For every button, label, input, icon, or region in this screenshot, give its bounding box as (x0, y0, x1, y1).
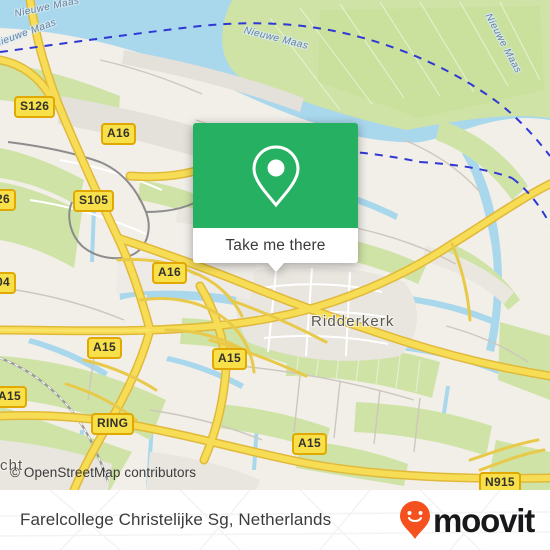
road-shield: A15 (292, 433, 327, 455)
popup-action-panel[interactable]: Take me there (193, 228, 358, 263)
popup-icon-panel (193, 123, 358, 228)
road-shield: 26 (0, 189, 16, 211)
map-canvas[interactable]: Nieuwe Maas Nieuwe Maas Nieuwe Maas Nieu… (0, 0, 550, 490)
road-shield: A15 (0, 386, 27, 408)
road-shield: S105 (73, 190, 115, 212)
road-shield: 04 (0, 272, 16, 294)
page-title: Farelcollege Christelijke Sg, Netherland… (20, 510, 332, 529)
moovit-smiley-pin-icon (400, 501, 431, 539)
map-screenshot: Nieuwe Maas Nieuwe Maas Nieuwe Maas Nieu… (0, 0, 550, 550)
location-popup-card[interactable]: Take me there (193, 123, 358, 272)
road-shield: A15 (87, 337, 122, 359)
road-shield: A16 (152, 262, 187, 284)
road-shield: S126 (14, 96, 56, 118)
osm-attribution[interactable]: © OpenStreetMap contributors (10, 465, 196, 480)
take-me-there-label: Take me there (225, 236, 326, 254)
road-shield: A16 (101, 123, 136, 145)
road-shield: N915 (479, 472, 521, 490)
popup-pointer-tail (267, 262, 285, 272)
moovit-wordmark: moovit (433, 501, 535, 539)
road-shield: RING (91, 413, 135, 435)
footer-bar: Farelcollege Christelijke Sg, Netherland… (0, 490, 550, 550)
place-label-ridderkerk: Ridderkerk (311, 313, 395, 330)
road-shield: A15 (212, 348, 247, 370)
moovit-brand[interactable]: moovit (399, 500, 535, 540)
map-pin-icon (251, 144, 300, 207)
